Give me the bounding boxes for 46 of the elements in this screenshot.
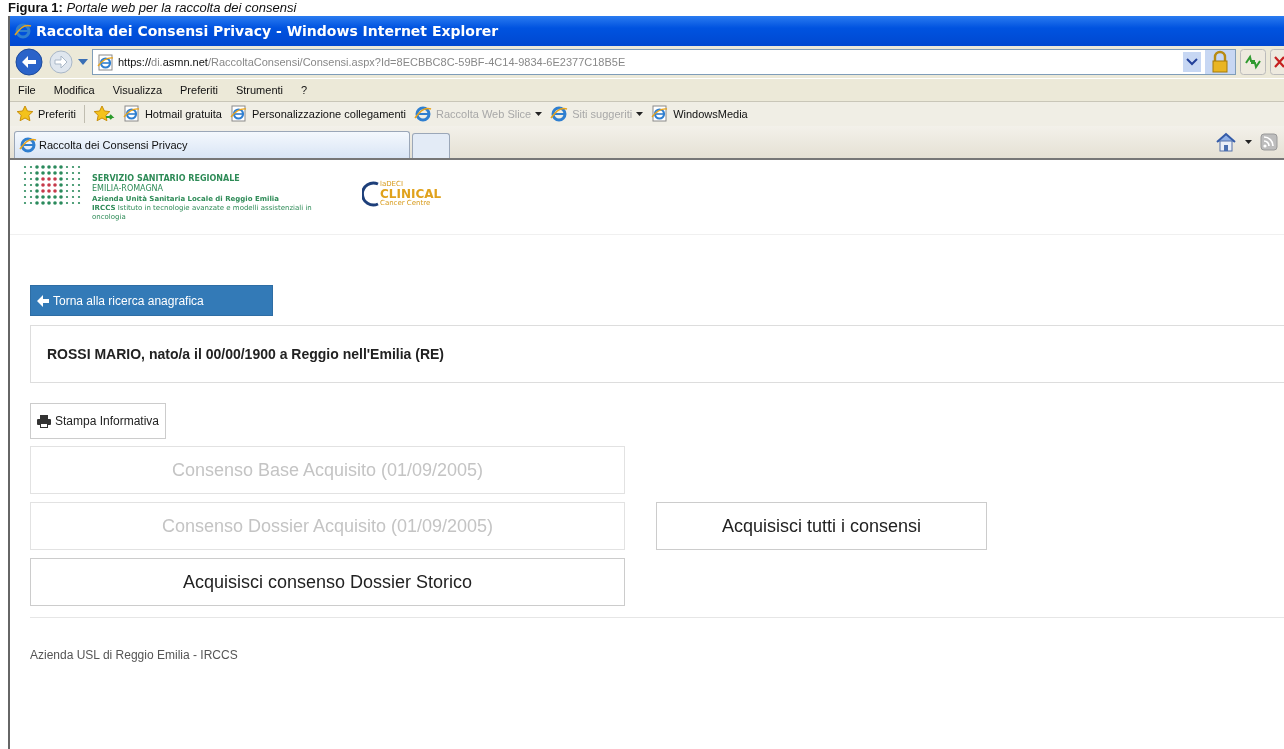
menu-item[interactable]: Visualizza: [112, 84, 163, 96]
figure-caption: Figura 1: Portale web per la raccolta dei consensi: [7, 0, 298, 16]
page-icon: [97, 53, 114, 71]
page-icon: [229, 105, 248, 123]
caret-icon[interactable]: [1245, 140, 1252, 144]
consent-button[interactable]: Acquisisci tutti i consensi: [656, 502, 987, 550]
caret-icon: [636, 112, 644, 116]
print-button[interactable]: Stampa Informativa: [30, 403, 167, 439]
menu-item[interactable]: Modifica: [53, 84, 95, 96]
browser-icon: [14, 22, 32, 40]
favorite-link[interactable]: WindowsMedia: [651, 105, 748, 123]
organization-name: SERVIZIO SANITARIO REGIONALE: [92, 174, 241, 184]
favorite-link[interactable]: Personalizzazione collegamenti: [229, 105, 407, 123]
menu-item[interactable]: File: [18, 84, 36, 96]
browser-icon: [550, 105, 569, 123]
feed-icon[interactable]: [1260, 133, 1278, 151]
star-icon: [16, 105, 34, 123]
browser-icon: [19, 136, 37, 154]
back-icon[interactable]: [14, 47, 44, 77]
menu-item[interactable]: Strumenti: [235, 84, 283, 96]
printer-icon: [37, 414, 51, 428]
footer-text: Azienda USL di Reggio Emilia - IRCCS: [30, 648, 239, 662]
consent-button[interactable]: Acquisisci consenso Dossier Storico: [30, 558, 625, 606]
chevron-down-icon[interactable]: [1183, 52, 1201, 72]
padlock-icon: [1205, 50, 1235, 74]
caret-icon: [535, 112, 543, 116]
favorites-button[interactable]: Preferiti: [16, 105, 76, 123]
refresh-icon[interactable]: [1240, 49, 1266, 75]
menu-item[interactable]: ?: [301, 84, 308, 96]
home-icon[interactable]: [1215, 132, 1237, 152]
add-favorite-icon[interactable]: [92, 105, 115, 123]
browser-icon: [414, 105, 433, 123]
page-icon: [122, 105, 141, 123]
menu-item[interactable]: Preferiti: [180, 84, 218, 96]
favorite-link[interactable]: Hotmail gratuita: [122, 105, 222, 123]
ring-icon: [362, 180, 380, 208]
arrow-left-icon: [37, 294, 49, 307]
browser-tab[interactable]: Raccolta dei Consensi Privacy: [14, 131, 410, 158]
back-button[interactable]: Torna alla ricerca anagrafica: [30, 285, 273, 316]
address-field[interactable]: https://di.asmn.net/RaccoltaConsensi/Consensi.aspx?Id=8ECBBC8C-59BF-4C14-9834-6E2377C18B5E: [92, 49, 1236, 75]
window-title: Raccolta dei Consensi Privacy - Windows Internet Explorer: [36, 23, 499, 39]
close-icon[interactable]: [1270, 49, 1284, 75]
dropdown-icon[interactable]: [78, 59, 88, 65]
organization-name: EMILIA-ROMAGNA: [92, 184, 165, 194]
page-icon: [651, 105, 670, 123]
patient-info: ROSSI MARIO, nato/a il 00/00/1900 a Reggio nell'Emilia (RE): [47, 346, 444, 362]
